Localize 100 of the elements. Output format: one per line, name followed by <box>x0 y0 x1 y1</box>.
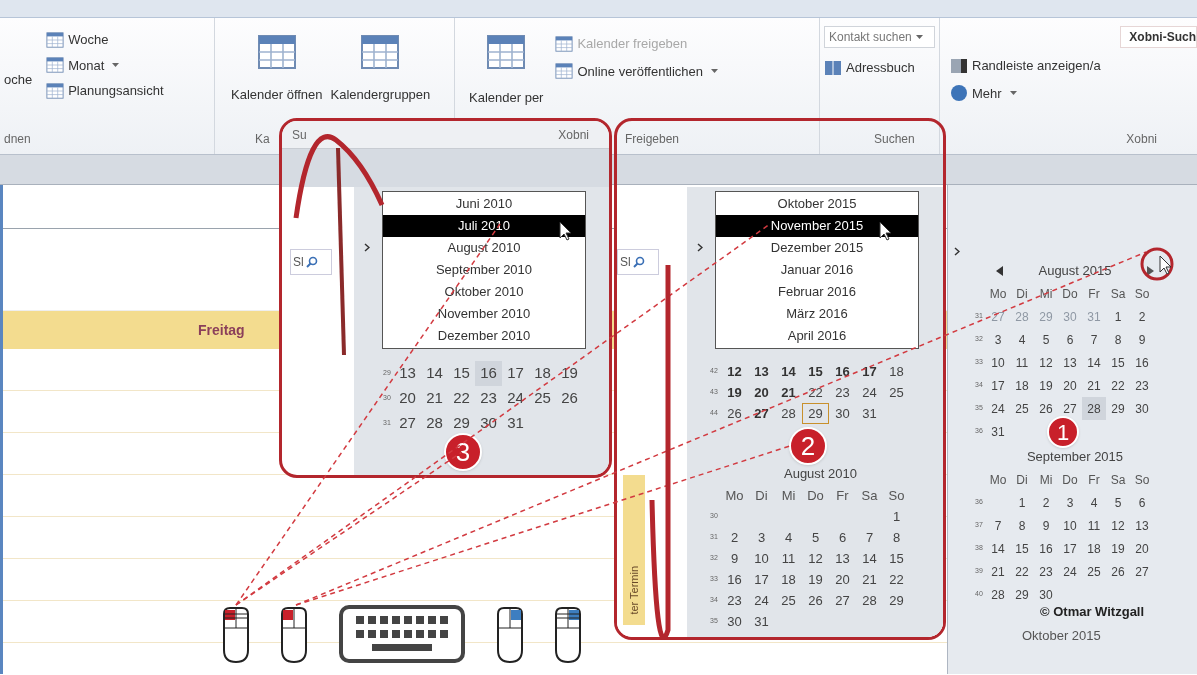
month-option[interactable]: März 2016 <box>716 303 918 325</box>
calendar-day[interactable]: 1 <box>883 506 910 527</box>
calendar-day[interactable]: 7 <box>1082 328 1106 351</box>
calendar-day[interactable]: 7 <box>856 527 883 548</box>
calendar-day[interactable]: 27 <box>1130 560 1154 583</box>
calendar-day[interactable]: 1 <box>1010 491 1034 514</box>
calendar-day[interactable]: 2 <box>1130 305 1154 328</box>
month-option[interactable]: Februar 2016 <box>716 281 918 303</box>
calendar-day[interactable]: 29 <box>1106 397 1130 420</box>
calendar-day[interactable]: 7 <box>986 514 1010 537</box>
month-option[interactable]: Juli 2010 <box>383 215 585 237</box>
calendar-day[interactable]: 28 <box>775 403 802 424</box>
calendar-day[interactable]: 26 <box>556 386 583 411</box>
calendar-day[interactable]: 15 <box>883 548 910 569</box>
month-option[interactable]: Juni 2010 <box>383 193 585 215</box>
calendar-day[interactable]: 31 <box>856 403 883 424</box>
calendar-day[interactable]: 16 <box>721 569 748 590</box>
calendar-day[interactable]: 27 <box>394 411 421 436</box>
expand-chevron-icon[interactable] <box>364 243 370 252</box>
calendar-day[interactable]: 20 <box>394 386 421 411</box>
calendar-day[interactable]: 8 <box>1106 328 1130 351</box>
calendar-day[interactable]: 4 <box>1010 328 1034 351</box>
calendar-day[interactable]: 13 <box>829 548 856 569</box>
calendar-day[interactable]: 2 <box>1034 491 1058 514</box>
calendar-day[interactable]: 14 <box>1082 351 1106 374</box>
calendar-day[interactable]: 18 <box>883 361 910 382</box>
calendar-day[interactable]: 13 <box>748 361 775 382</box>
calendar-day[interactable]: 28 <box>1082 397 1106 420</box>
calendar-day[interactable]: 5 <box>802 527 829 548</box>
calendar-day[interactable]: 24 <box>748 590 775 611</box>
calendar-day[interactable]: 16 <box>829 361 856 382</box>
calendar-day[interactable]: 27 <box>829 590 856 611</box>
calendar-day[interactable]: 31 <box>502 411 529 436</box>
calendar-day[interactable]: 15 <box>1010 537 1034 560</box>
calendar-day[interactable]: 23 <box>1130 374 1154 397</box>
calendar-day[interactable]: 4 <box>1082 491 1106 514</box>
calendar-day[interactable]: 31 <box>748 611 775 632</box>
calendar-day[interactable]: 21 <box>1082 374 1106 397</box>
calendar-day[interactable]: 9 <box>1130 328 1154 351</box>
previous-arrow-icon[interactable] <box>996 265 1004 276</box>
calendar-day[interactable]: 14 <box>421 361 448 386</box>
calendar-day[interactable]: 30 <box>1034 583 1058 606</box>
calendar-day[interactable]: 14 <box>775 361 802 382</box>
calendar-day[interactable]: 30 <box>475 411 502 436</box>
calendar-day[interactable]: 21 <box>856 569 883 590</box>
month-option[interactable]: November 2010 <box>383 303 585 325</box>
calendar-day[interactable]: 8 <box>1010 514 1034 537</box>
calendar-day[interactable]: 10 <box>748 548 775 569</box>
calendar-day[interactable]: 8 <box>883 527 910 548</box>
calendar-day[interactable]: 13 <box>394 361 421 386</box>
search-field[interactable]: Sl <box>290 249 332 275</box>
month-option[interactable]: Dezember 2015 <box>716 237 918 259</box>
calendar-day[interactable]: 24 <box>986 397 1010 420</box>
calendar-day[interactable]: 24 <box>502 386 529 411</box>
calendar-day[interactable]: 11 <box>775 548 802 569</box>
calendar-day[interactable]: 17 <box>856 361 883 382</box>
ribbon-button[interactable]: Monat <box>46 55 164 75</box>
ribbon-button[interactable]: Adressbuch <box>824 58 935 78</box>
calendar-day[interactable]: 23 <box>829 382 856 403</box>
ribbon-button[interactable]: Online veröffentlichen <box>555 61 718 81</box>
calendar-day[interactable]: 30 <box>1130 397 1154 420</box>
calendar-day[interactable]: 17 <box>1058 537 1082 560</box>
calendar-day[interactable]: 18 <box>775 569 802 590</box>
calendar-day[interactable]: 22 <box>802 382 829 403</box>
calendar-day[interactable]: 26 <box>1106 560 1130 583</box>
calendar-day[interactable]: 3 <box>1058 491 1082 514</box>
calendar-day[interactable]: 26 <box>802 590 829 611</box>
calendar-day[interactable]: 31 <box>986 420 1010 443</box>
calendar-day[interactable]: 21 <box>775 382 802 403</box>
calendar-day[interactable]: 24 <box>856 382 883 403</box>
calendar-day[interactable]: 21 <box>421 386 448 411</box>
calendar-day[interactable]: 28 <box>421 411 448 436</box>
calendar-day[interactable]: 9 <box>1034 514 1058 537</box>
contact-search-field[interactable]: Kontakt suchen <box>824 26 935 48</box>
calendar-day[interactable]: 12 <box>1106 514 1130 537</box>
calendar-day[interactable]: 3 <box>986 328 1010 351</box>
calendar-day[interactable]: 24 <box>1058 560 1082 583</box>
calendar-day[interactable]: 19 <box>1034 374 1058 397</box>
ribbon-button[interactable]: Kalender öffnen <box>229 32 325 102</box>
calendar-day[interactable]: 10 <box>1058 514 1082 537</box>
search-field[interactable]: Sl <box>617 249 659 275</box>
calendar-day[interactable]: 28 <box>856 590 883 611</box>
calendar-day[interactable]: 2 <box>721 527 748 548</box>
calendar-day[interactable]: 3 <box>748 527 775 548</box>
calendar-day[interactable]: 18 <box>1082 537 1106 560</box>
calendar-day[interactable]: 12 <box>721 361 748 382</box>
calendar-day[interactable]: 25 <box>1082 560 1106 583</box>
calendar-day[interactable]: 20 <box>829 569 856 590</box>
calendar-day[interactable]: 16 <box>475 361 502 386</box>
calendar-day[interactable]: 25 <box>775 590 802 611</box>
month-option[interactable]: Januar 2016 <box>716 259 918 281</box>
calendar-day[interactable]: 29 <box>802 403 829 424</box>
calendar-day[interactable]: 13 <box>1130 514 1154 537</box>
calendar-day[interactable]: 19 <box>1106 537 1130 560</box>
calendar-day[interactable]: 5 <box>1106 491 1130 514</box>
ribbon-button[interactable]: Mehr <box>950 83 1017 103</box>
calendar-day[interactable]: 11 <box>1082 514 1106 537</box>
calendar-day[interactable]: 4 <box>775 527 802 548</box>
calendar-day[interactable]: 30 <box>721 611 748 632</box>
calendar-day[interactable]: 29 <box>1010 583 1034 606</box>
